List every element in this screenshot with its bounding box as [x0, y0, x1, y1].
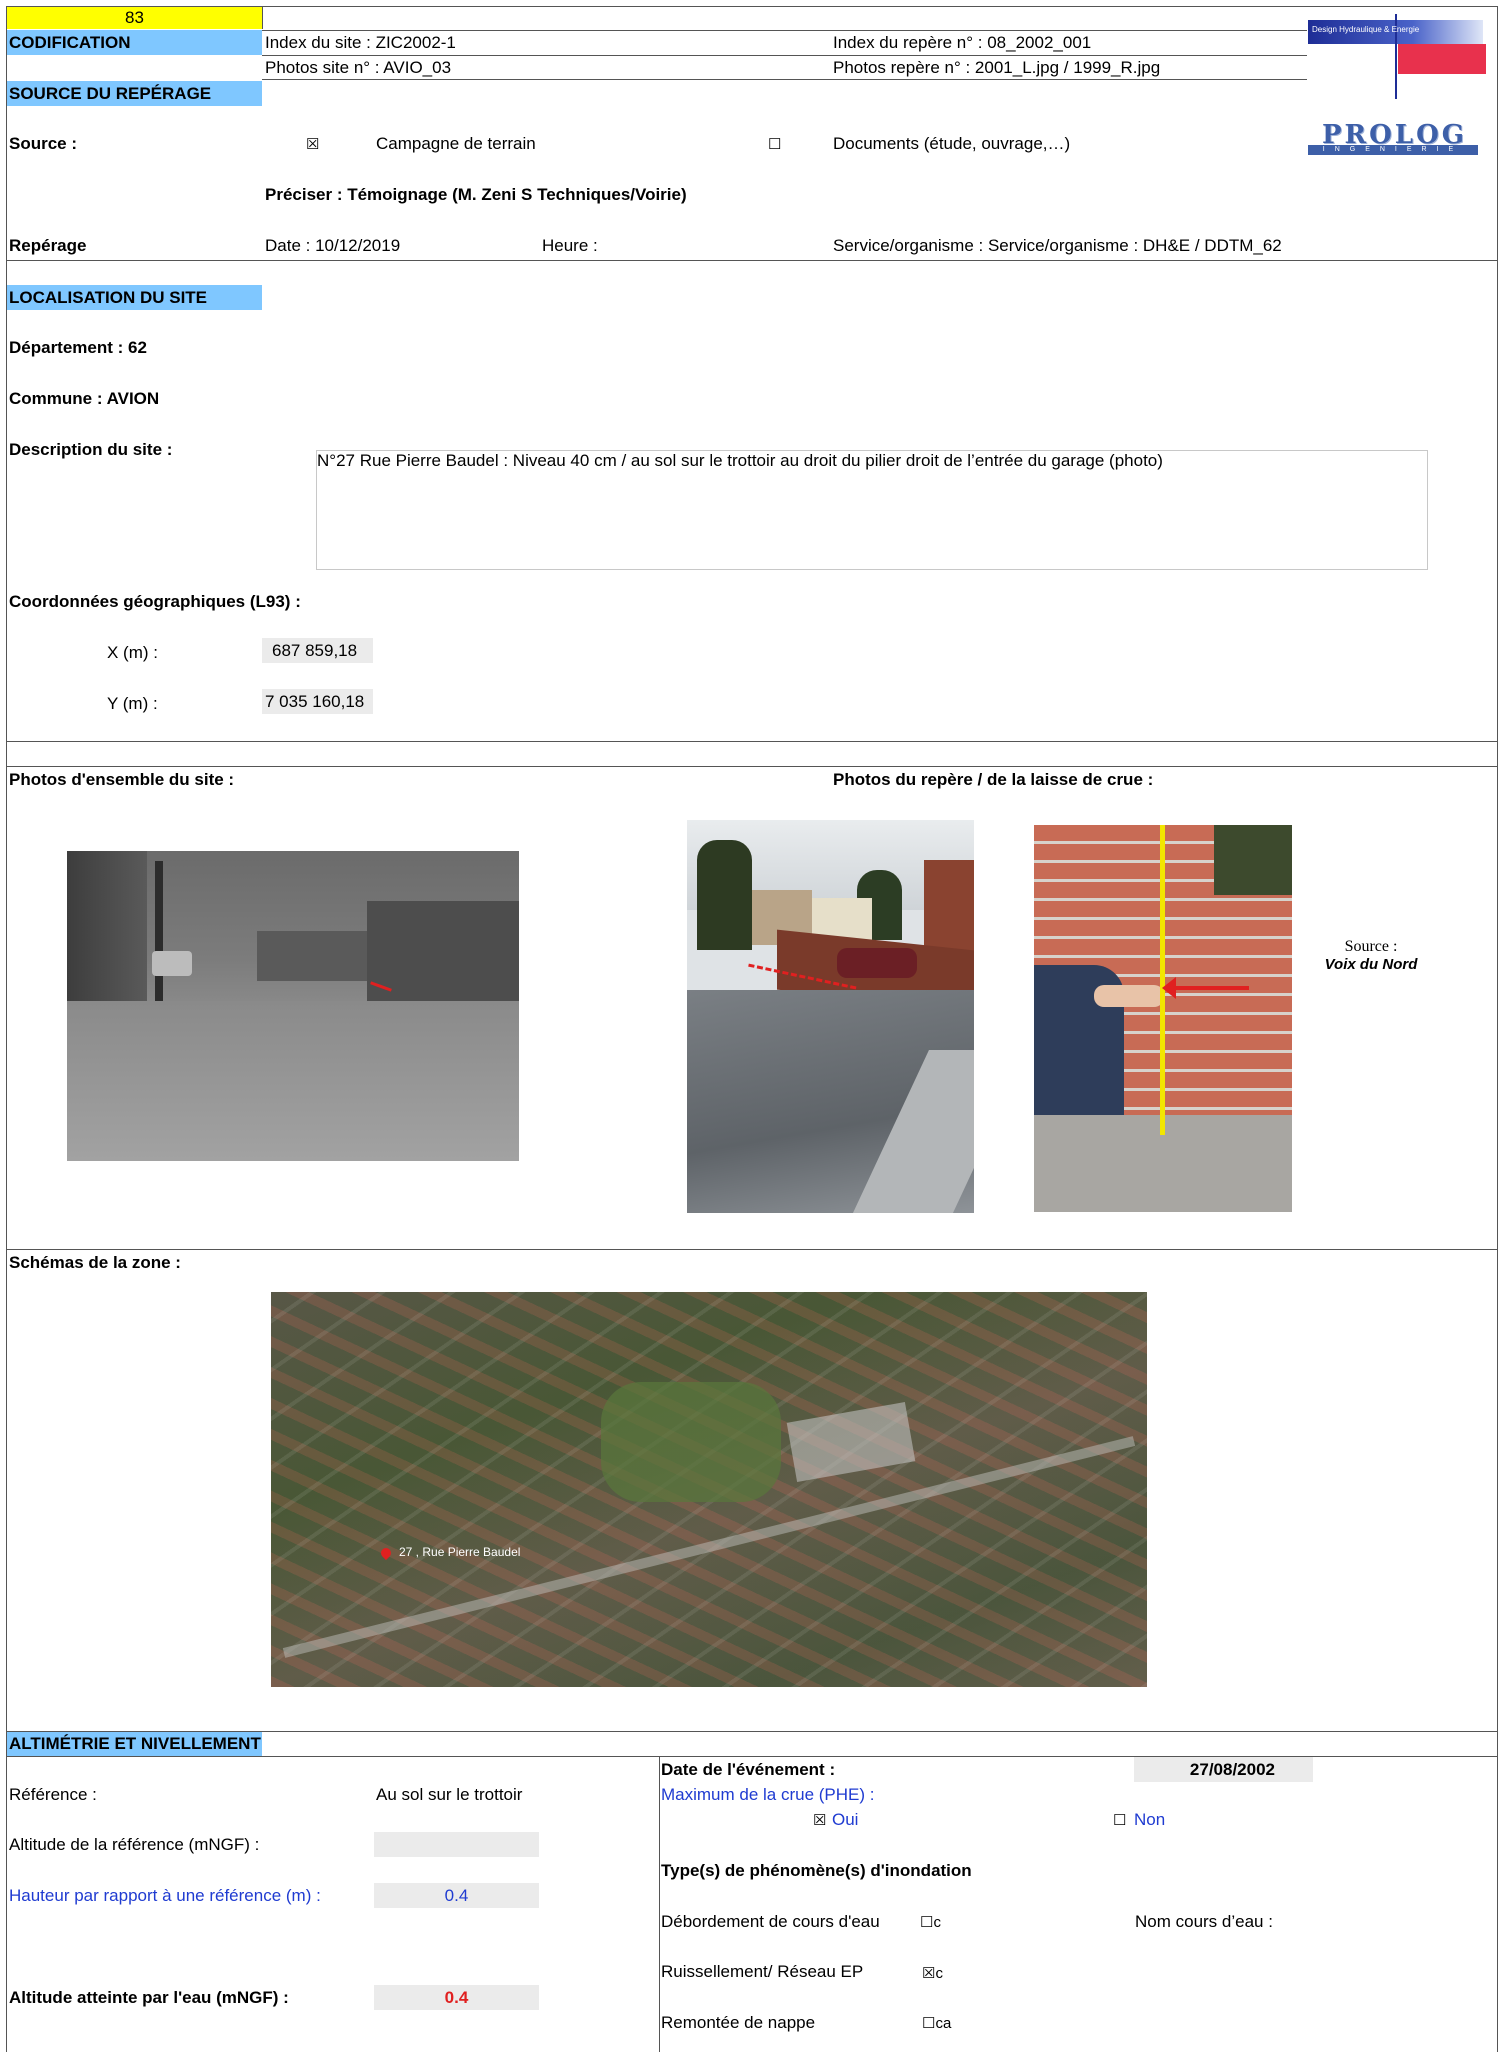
campagne-label: Campagne de terrain — [376, 134, 536, 153]
photos-repere-label: Photos du repère / de la laisse de crue … — [833, 770, 1154, 789]
dhe-logo: Design Hydraulique & Energie — [1308, 14, 1486, 99]
altimetrie-divider — [659, 1756, 660, 2052]
photos-start-line — [6, 766, 1498, 767]
header-line-3 — [262, 79, 1307, 80]
ruissellement-checkbox[interactable]: ☒c — [922, 1965, 943, 1983]
altitude-ref-label: Altitude de la référence (mNGF) : — [9, 1835, 260, 1854]
reperage-service: Service/organisme : Service/organisme : … — [833, 236, 1282, 255]
types-label: Type(s) de phénomène(s) d'inondation — [661, 1861, 972, 1880]
departement: Département : 62 — [9, 338, 147, 357]
dhe-logo-text: Design Hydraulique & Energie — [1312, 25, 1420, 34]
photos-end-line — [6, 1249, 1498, 1250]
x-value: 687 859,18 — [262, 638, 373, 663]
x-label: X (m) : — [107, 643, 158, 662]
photos-repere: Photos repère n° : 2001_L.jpg / 1999_R.j… — [833, 58, 1161, 77]
reference-label: Référence : — [9, 1785, 97, 1804]
debordement-checkbox[interactable]: ☐c — [920, 1914, 941, 1932]
description-text: N°27 Rue Pierre Baudel : Niveau 40 cm / … — [317, 451, 1163, 470]
nom-cours-label: Nom cours d’eau : — [1135, 1912, 1273, 1931]
ruissellement-label: Ruissellement/ Réseau EP — [661, 1962, 864, 1981]
prolog-logo: PROLOG INGENIERIE — [1308, 120, 1478, 156]
coords-label: Coordonnées géographiques (L93) : — [9, 592, 301, 611]
preciser-text: Préciser : Témoignage (M. Zeni S Techniq… — [265, 185, 687, 204]
documents-checkbox[interactable]: ☐ — [768, 136, 781, 154]
oui-checkbox[interactable]: ☒ — [813, 1812, 826, 1830]
photo-source-name: Voix du Nord — [1324, 956, 1418, 973]
remontee-checkbox[interactable]: ☐ca — [922, 2015, 951, 2033]
aerial-map: 27 , Rue Pierre Baudel — [271, 1292, 1147, 1687]
photos-ensemble-label: Photos d'ensemble du site : — [9, 770, 235, 789]
debordement-label: Débordement de cours d'eau — [661, 1912, 880, 1931]
oui-label: Oui — [832, 1810, 859, 1829]
header-line-1 — [262, 30, 1307, 31]
campagne-checkbox[interactable]: ☒ — [306, 136, 319, 154]
localisation-section-title: LOCALISATION DU SITE — [7, 285, 262, 310]
altitude-eau-label: Altitude atteinte par l'eau (mNGF) : — [9, 1988, 289, 2007]
commune: Commune : AVION — [9, 389, 160, 408]
reference-value: Au sol sur le trottoir — [376, 1785, 523, 1804]
reperage-date: Date : 10/12/2019 — [265, 236, 401, 255]
repere-street-photo — [687, 820, 974, 1213]
date-event-value: 27/08/2002 — [1134, 1757, 1313, 1782]
photo-source-label: Source : — [1344, 938, 1398, 955]
phe-label: Maximum de la crue (PHE) : — [661, 1785, 875, 1804]
source-end-line — [6, 260, 1498, 261]
index-repere: Index du repère n° : 08_2002_001 — [833, 33, 1092, 52]
altitude-eau-value: 0.4 — [374, 1985, 539, 2010]
map-marker-label: 27 , Rue Pierre Baudel — [399, 1545, 521, 1559]
y-label: Y (m) : — [107, 694, 158, 713]
remontee-label: Remontée de nappe — [661, 2013, 816, 2032]
non-label: Non — [1134, 1810, 1166, 1829]
non-checkbox[interactable]: ☐ — [1113, 1812, 1126, 1830]
reperage-heure: Heure : — [542, 236, 598, 255]
frame-right — [1497, 6, 1498, 2052]
documents-label: Documents (étude, ouvrage,…) — [833, 134, 1071, 153]
header-line-2 — [262, 55, 1307, 56]
site-overview-photo — [67, 851, 519, 1161]
photos-site: Photos site n° : AVIO_03 — [265, 58, 452, 77]
number-divider — [262, 6, 263, 29]
prolog-logo-sub: INGENIERIE — [1308, 145, 1478, 155]
y-value: 7 035 160,18 — [262, 689, 373, 714]
localisation-end-line — [6, 741, 1498, 742]
hauteur-value: 0.4 — [374, 1883, 539, 1908]
schemas-label: Schémas de la zone : — [9, 1253, 181, 1272]
index-site: Index du site : ZIC2002-1 — [265, 33, 456, 52]
source-label: Source : — [9, 134, 78, 153]
description-box: N°27 Rue Pierre Baudel : Niveau 40 cm / … — [316, 450, 1428, 570]
date-event-label: Date de l'événement : — [661, 1760, 836, 1779]
page-number: 83 — [7, 7, 262, 29]
repere-brick-photo — [1034, 825, 1292, 1212]
altimetrie-section-title: ALTIMÉTRIE ET NIVELLEMENT — [7, 1732, 262, 1756]
reperage-label: Repérage — [9, 236, 87, 255]
hauteur-label: Hauteur par rapport à une référence (m) … — [9, 1886, 321, 1905]
altitude-ref-value — [374, 1832, 539, 1857]
source-section-title: SOURCE DU REPÉRAGE — [7, 81, 262, 106]
description-label: Description du site : — [9, 440, 173, 459]
codification-label: CODIFICATION — [7, 30, 262, 55]
